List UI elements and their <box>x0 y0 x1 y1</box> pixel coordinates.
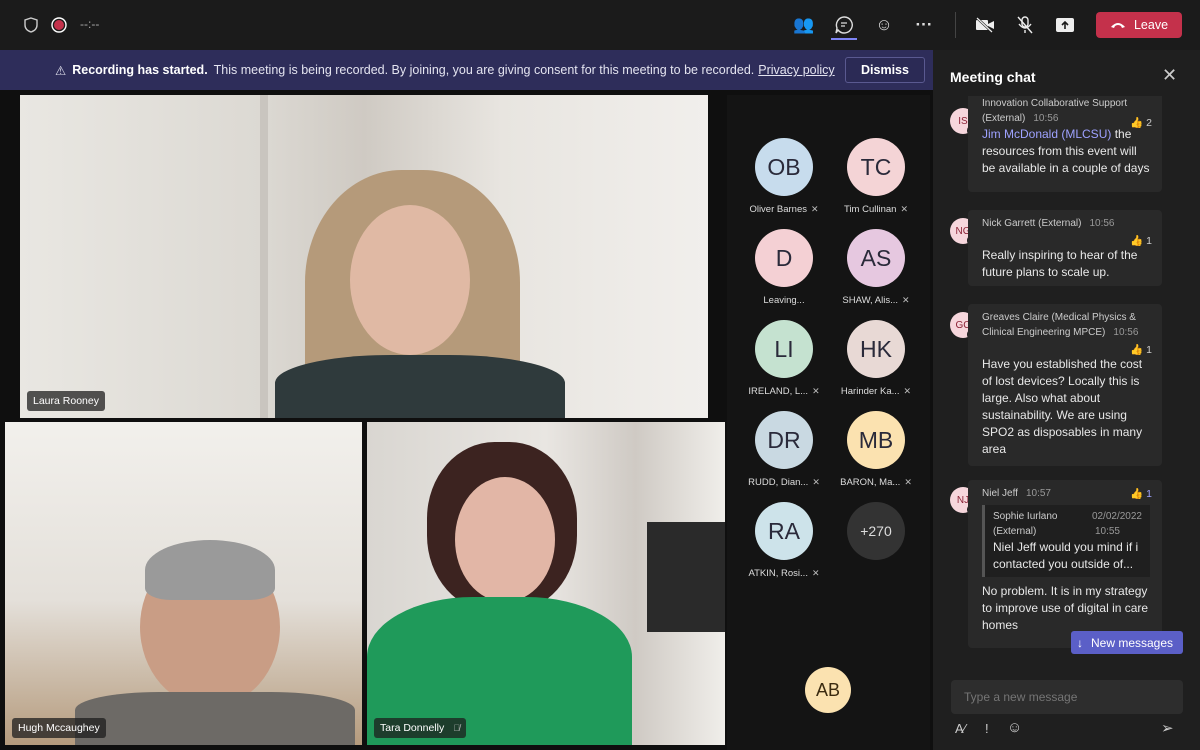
participant-name-label: Tara Donnelly 🎙̸ <box>374 718 466 738</box>
chat-message: Greaves Claire (Medical Physics & Clinic… <box>968 304 1162 466</box>
priority-icon[interactable]: ! <box>985 721 989 736</box>
mic-off-icon: ✕ <box>811 568 820 578</box>
participant-name: Tim Cullinan <box>844 204 897 215</box>
recording-banner: ⚠ Recording has started. This meeting is… <box>0 50 933 90</box>
participant-name: Harinder Ka... <box>840 386 900 397</box>
avatar: TC <box>847 138 905 196</box>
mic-off-icon: ✕ <box>903 386 912 396</box>
participant-tile[interactable]: D Leaving... <box>739 229 829 306</box>
avatar: LI <box>755 320 813 378</box>
send-icon[interactable]: ➢ <box>1161 719 1174 737</box>
participant-gallery: OB Oliver Barnes ✕ TC Tim Cullinan ✕ D Leaving.… <box>727 95 930 750</box>
participant-name-label: Laura Rooney <box>27 391 105 411</box>
warning-icon: ⚠ <box>55 63 67 78</box>
chat-icon[interactable] <box>832 13 856 37</box>
participant-name: SHAW, Alis... <box>842 295 899 306</box>
avatar: MB <box>847 411 905 469</box>
avatar: RA <box>755 502 813 560</box>
avatar: AS <box>847 229 905 287</box>
quoted-message[interactable]: Sophie Iurlano 02/02/2022 (External) 10:55… <box>982 505 1150 577</box>
video-tile-tara[interactable]: Tara Donnelly 🎙̸ <box>367 422 725 745</box>
mic-off-icon[interactable] <box>1013 13 1037 37</box>
avatar: D <box>755 229 813 287</box>
divider <box>955 12 956 38</box>
participant-name-label: Hugh Mccaughey <box>12 718 106 738</box>
like-reaction[interactable]: 👍 1 <box>1130 342 1152 359</box>
chat-message: Niel Jeff 10:57 👍 1 Sophie Iurlano 02/02/2… <box>968 480 1162 648</box>
mic-off-icon: ✕ <box>812 386 820 396</box>
mic-off-icon: ✕ <box>904 477 912 487</box>
avatar: DR <box>755 411 813 469</box>
mic-off-icon: ✕ <box>812 477 820 487</box>
format-icon[interactable]: A⁄ <box>955 721 966 736</box>
video-tile-hugh[interactable]: Hugh Mccaughey <box>5 422 362 745</box>
participant-tile[interactable]: OB Oliver Barnes ✕ <box>739 138 829 215</box>
reactions-icon[interactable]: ☺ <box>872 13 896 37</box>
avatar: OB <box>755 138 813 196</box>
privacy-policy-link[interactable]: Privacy policy <box>758 63 834 77</box>
banner-title: Recording has started. <box>72 63 208 77</box>
participant-name: IRELAND, L... <box>748 386 809 397</box>
chat-title: Meeting chat <box>950 69 1036 85</box>
chat-message: Innovation Collaborative Support (Externa… <box>968 96 1162 192</box>
people-icon[interactable]: 👥 <box>792 13 816 37</box>
participant-tile[interactable]: DR RUDD, Dian... ✕ <box>739 411 829 488</box>
chat-message: Nick Garrett (External) 10:56 👍 1 Really … <box>968 210 1162 286</box>
self-avatar[interactable]: AB <box>805 667 851 713</box>
emoji-icon[interactable]: ☺ <box>1007 719 1022 736</box>
leave-label: Leave <box>1133 18 1169 32</box>
message-input[interactable] <box>951 680 1183 714</box>
participant-name: BARON, Ma... <box>840 477 901 488</box>
record-icon[interactable] <box>47 13 71 37</box>
participant-tile[interactable]: HK Harinder Ka... ✕ <box>831 320 921 397</box>
banner-text: This meeting is being recorded. By joini… <box>213 63 755 77</box>
more-icon[interactable]: ··· <box>912 13 936 37</box>
shield-icon[interactable] <box>19 13 43 37</box>
video-tile-laura[interactable]: Laura Rooney <box>20 95 708 418</box>
participant-tile[interactable]: TC Tim Cullinan ✕ <box>831 138 921 215</box>
mic-off-icon: ✕ <box>900 204 908 214</box>
participant-name: RUDD, Dian... <box>748 477 809 488</box>
participant-name: Oliver Barnes <box>749 204 807 215</box>
arrow-down-icon: ↓ <box>1077 635 1083 650</box>
participant-name: Leaving... <box>763 295 805 306</box>
leave-button[interactable]: Leave <box>1096 12 1182 38</box>
avatar: HK <box>847 320 905 378</box>
participant-tile[interactable]: RA ATKIN, Rosi... ✕ <box>739 502 829 579</box>
participant-name: ATKIN, Rosi... <box>748 568 808 579</box>
meeting-chat-panel: Meeting chat ✕ IS Innovation Collaborati… <box>933 50 1200 750</box>
mic-off-icon: ✕ <box>902 295 910 305</box>
top-bar: --:-- 👥 ☺ ··· Leave <box>0 0 1200 50</box>
mention[interactable]: Jim McDonald (MLCSU) <box>982 127 1111 141</box>
like-reaction[interactable]: 👍 1 <box>1130 486 1152 503</box>
new-messages-button[interactable]: ↓ New messages <box>1071 631 1183 654</box>
meeting-timer: --:-- <box>80 17 100 31</box>
more-participants[interactable]: +270 <box>831 502 921 560</box>
participant-tile[interactable]: MB BARON, Ma... ✕ <box>831 411 921 488</box>
participant-tile[interactable]: LI IRELAND, L... ✕ <box>739 320 829 397</box>
phone-icon <box>1110 18 1126 32</box>
more-count: +270 <box>847 502 905 560</box>
chat-messages: IS Innovation Collaborative Support (Exte… <box>933 96 1200 656</box>
mic-off-icon: 🎙̸ <box>453 723 460 733</box>
participant-tile[interactable]: AS SHAW, Alis... ✕ <box>831 229 921 306</box>
mic-off-icon: ✕ <box>811 204 819 214</box>
dismiss-button[interactable]: Dismiss <box>845 57 925 83</box>
close-icon[interactable]: ✕ <box>1162 65 1177 86</box>
share-icon[interactable] <box>1053 13 1077 37</box>
like-reaction[interactable]: 👍 2 <box>1130 115 1152 132</box>
like-reaction[interactable]: 👍 1 <box>1130 233 1152 250</box>
camera-off-icon[interactable] <box>973 13 997 37</box>
